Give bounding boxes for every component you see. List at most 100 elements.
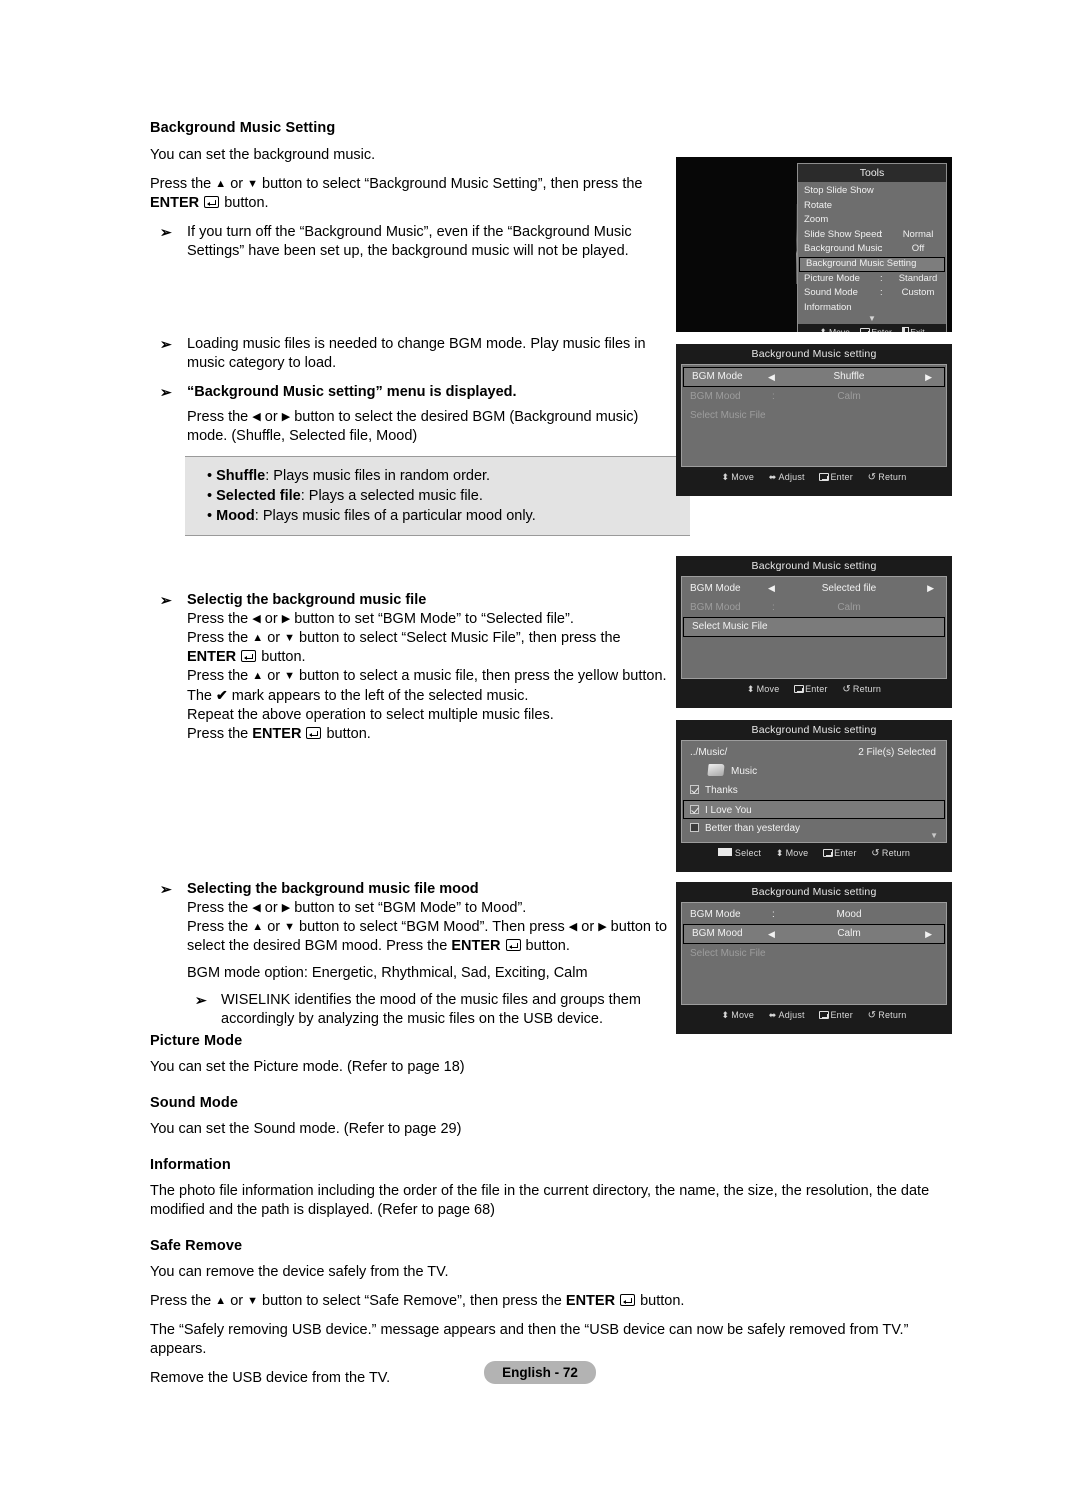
tools-item-slide-show-speed[interactable]: Slide Show Speed : Normal <box>798 228 946 243</box>
file-name: Thanks <box>705 785 738 796</box>
row-file-i-love-you[interactable]: I Love You <box>683 800 945 819</box>
mood-options-line: BGM mode option: Energetic, Rhythmical, … <box>187 965 588 981</box>
item-colon: : <box>880 228 883 240</box>
option-row: • Selected file: Plays a selected music … <box>207 488 483 504</box>
item-colon: : <box>880 272 883 284</box>
row-select-music-file[interactable]: Select Music File <box>683 617 945 637</box>
up-arrow-icon: ▲ <box>252 632 264 644</box>
footer-label: Enter <box>830 1010 853 1020</box>
tools-item-sound-mode[interactable]: Sound Mode : Custom <box>798 286 946 301</box>
tools-item-information[interactable]: Information <box>798 301 946 316</box>
row-value: Calm <box>837 928 861 939</box>
subheading-selecting-mood: Selecting the background music file mood <box>187 881 479 897</box>
item-value: Normal <box>902 228 934 240</box>
text-fragment: button to select “Background Music Setti… <box>258 176 643 192</box>
bottom-text-column: Picture Mode You can set the Picture mod… <box>150 1033 950 1398</box>
footer-move: ⬍ Move <box>722 472 755 482</box>
bgm-intro-text: You can set the background music. <box>150 147 376 163</box>
row-folder[interactable]: Music <box>682 762 946 781</box>
tools-item-background-music[interactable]: Background Music : Off <box>798 242 946 257</box>
text-fragment: or <box>577 919 599 935</box>
option-term: Selected file <box>216 488 301 504</box>
arrow-bullet-icon: ➢ <box>160 224 172 240</box>
tools-item-background-music-setting[interactable]: Background Music Setting <box>799 256 945 272</box>
up-down-icon: ⬍ <box>746 684 755 694</box>
text-fragment: button to select a music file, then pres… <box>295 668 667 684</box>
row-colon: : <box>772 602 775 613</box>
left-arrow-icon[interactable]: ◀ <box>768 368 775 386</box>
select-file-line-4: The ✔ mark appears to the left of the se… <box>187 686 670 706</box>
checkbox-icon[interactable] <box>690 823 699 832</box>
item-label: Stop Slide Show <box>804 185 874 196</box>
left-arrow-icon: ◀ <box>252 411 261 423</box>
up-down-icon: ⬍ <box>775 848 784 858</box>
panel-footer: ⬍ Move ⬌ Adjust Enter ↺ Return <box>676 1005 952 1025</box>
osd-bgm-file-list-panel: Background Music setting ../Music/ 2 Fil… <box>676 720 952 872</box>
section-information: Information The photo file information i… <box>150 1157 950 1220</box>
footer-return: ↺ Return <box>842 684 881 695</box>
subheading-selecting-file: Selectig the background music file <box>187 592 427 608</box>
row-value: Selected file <box>821 583 877 594</box>
up-down-icon: ⬍ <box>819 327 827 332</box>
right-arrow-icon[interactable]: ▶ <box>925 368 932 386</box>
select-file-line-1: Press the ◀ or ▶ button to set “BGM Mode… <box>187 610 670 629</box>
right-arrow-icon[interactable]: ▶ <box>927 579 934 598</box>
row-value: Calm <box>837 391 861 402</box>
heading-safe-remove: Safe Remove <box>150 1238 243 1254</box>
text-fragment: Press the <box>187 919 253 935</box>
row-bgm-mode[interactable]: BGM Mode ◀ Shuffle ▶ <box>683 367 945 387</box>
row-bgm-mode[interactable]: BGM Mode : Mood <box>682 905 946 924</box>
footer-exit: Exit <box>902 327 925 332</box>
right-arrow-icon: ▶ <box>598 921 607 933</box>
text-fragment: button. <box>257 649 306 665</box>
text-fragment: button. <box>636 1293 685 1309</box>
option-row: • Mood: Plays music files of a particula… <box>207 508 536 524</box>
tools-item-zoom[interactable]: Zoom <box>798 213 946 228</box>
option-term: Mood <box>216 508 255 524</box>
scroll-down-icon[interactable]: ▼ <box>930 831 938 840</box>
checkbox-icon[interactable] <box>690 785 699 794</box>
select-file-line-6: Press the ENTER button. <box>187 725 670 744</box>
left-arrow-icon[interactable]: ◀ <box>768 579 775 598</box>
footer-label: Move <box>756 684 780 694</box>
enter-key-icon <box>620 1294 636 1306</box>
text-fragment: button. <box>322 726 371 742</box>
footer-label: Enter <box>805 684 828 694</box>
row-bgm-mood[interactable]: BGM Mood ◀ Calm ▶ <box>683 924 945 944</box>
footer-label: Adjust <box>778 472 805 482</box>
footer-label: Move <box>731 1010 755 1020</box>
row-value: Shuffle <box>833 371 865 382</box>
row-file-better-than-yesterday[interactable]: Better than yesterday <box>682 819 946 838</box>
return-icon: ↺ <box>871 848 880 859</box>
right-arrow-icon[interactable]: ▶ <box>925 925 932 943</box>
tools-item-stop-slide-show[interactable]: Stop Slide Show <box>798 184 946 199</box>
row-file-thanks[interactable]: Thanks <box>682 781 946 800</box>
bullet-menu-displayed: ➢ “Background Music setting” menu is dis… <box>150 383 670 402</box>
item-label: Sound Mode <box>804 287 858 298</box>
down-arrow-icon: ▼ <box>247 1295 259 1307</box>
panel-title: Background Music setting <box>751 348 877 360</box>
left-arrow-icon[interactable]: ◀ <box>768 925 775 943</box>
item-label: Picture Mode <box>804 272 860 284</box>
tools-menu-list: Stop Slide Show Rotate Zoom Slide Show S… <box>798 182 946 324</box>
tools-item-rotate[interactable]: Rotate <box>798 199 946 214</box>
footer-label: Move <box>785 848 809 858</box>
enter-label: ENTER <box>565 1293 616 1309</box>
enter-label: ENTER <box>451 938 501 954</box>
row-value: Calm <box>837 602 861 613</box>
file-name: I Love You <box>705 805 752 816</box>
arrow-bullet-icon: ➢ <box>160 384 172 400</box>
arrow-bullet-icon: ➢ <box>160 592 172 608</box>
scroll-down-icon[interactable]: ▼ <box>798 315 946 324</box>
yellow-button-icon <box>717 848 732 856</box>
row-value: Mood <box>836 909 862 920</box>
up-arrow-icon: ▲ <box>215 178 227 190</box>
text-fragment: button to select “BGM Mood”. Then press <box>295 919 569 935</box>
checkbox-icon[interactable] <box>690 805 699 814</box>
safe-remove-line-3: The “Safely removing USB device.” messag… <box>150 1322 909 1357</box>
enter-key-icon <box>819 473 830 481</box>
tools-item-picture-mode[interactable]: Picture Mode : Standard <box>798 272 946 287</box>
row-path: ../Music/ 2 File(s) Selected <box>682 743 946 762</box>
row-bgm-mode[interactable]: BGM Mode ◀ Selected file ▶ <box>682 579 946 598</box>
item-label: Background Music <box>804 243 883 254</box>
